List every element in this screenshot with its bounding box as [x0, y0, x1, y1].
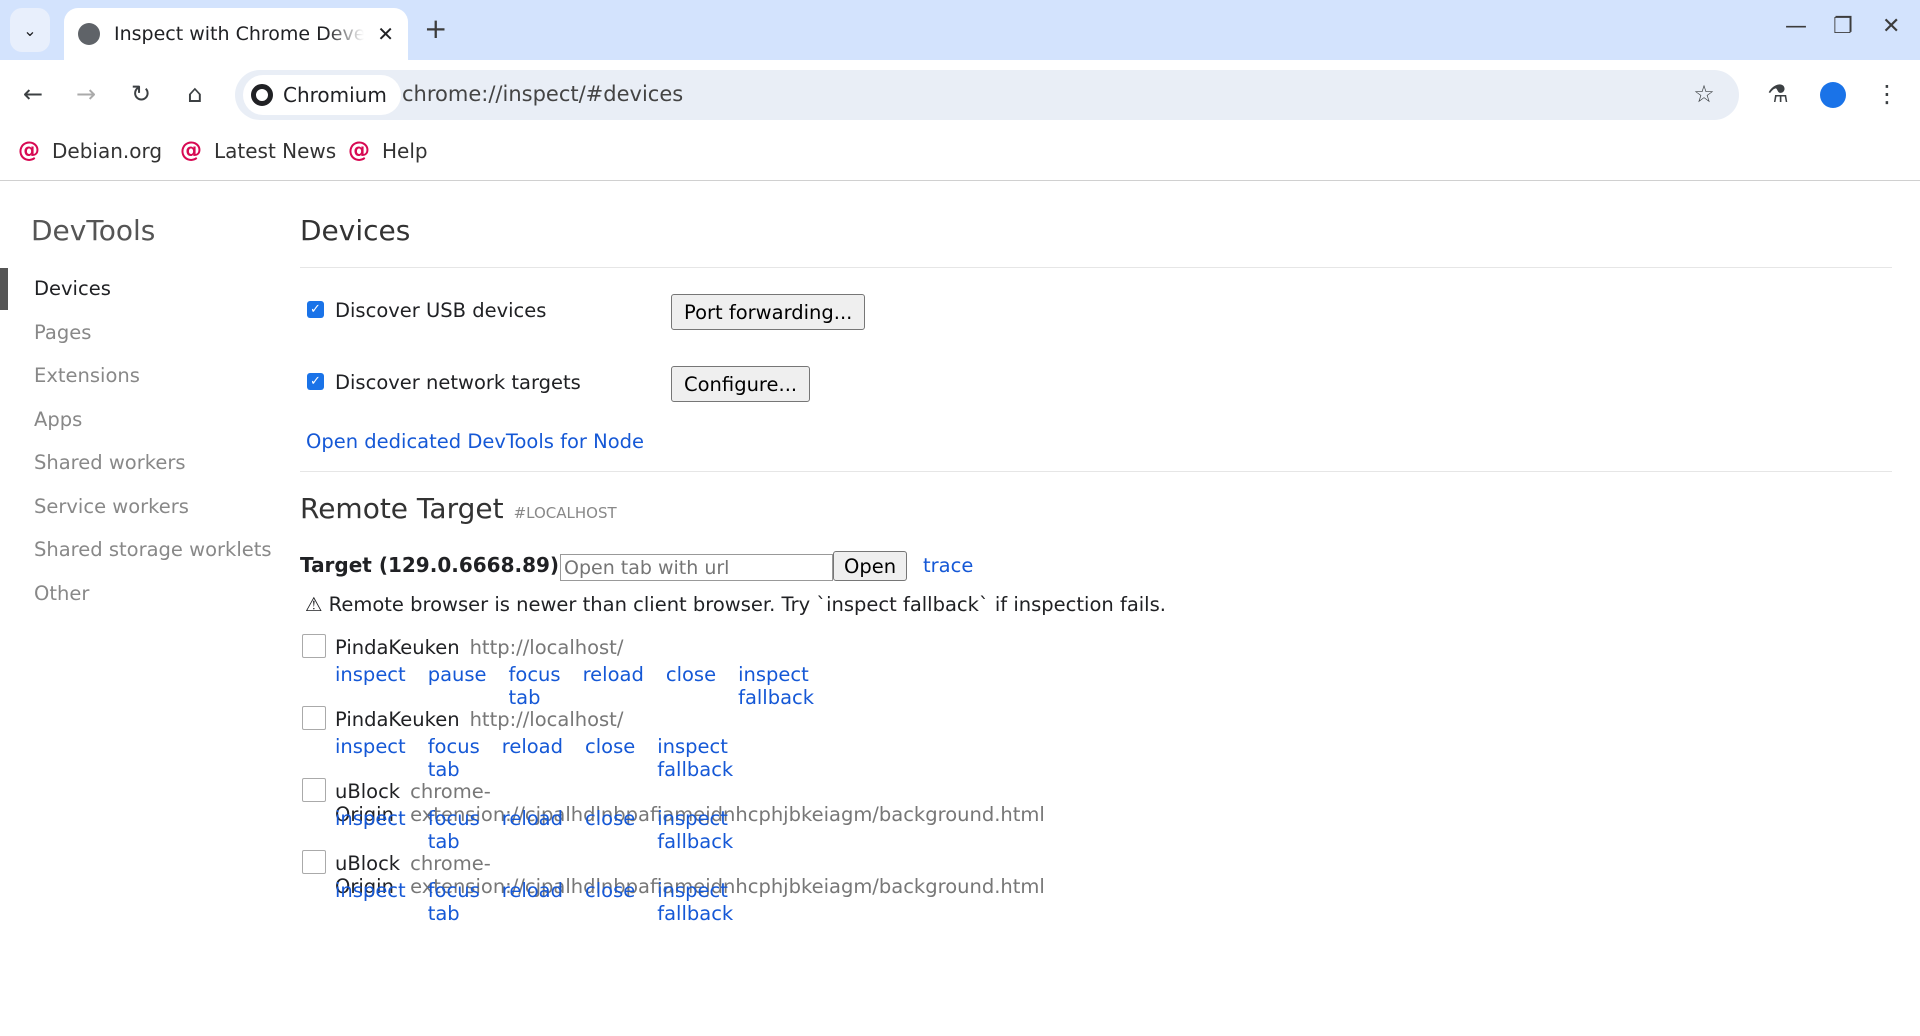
target-name: PindaKeuken [335, 636, 460, 659]
action-inspect-link[interactable]: inspect [335, 735, 406, 781]
minimize-icon[interactable]: — [1785, 14, 1807, 39]
sidebar-item-shared-workers[interactable]: Shared workers [34, 451, 186, 474]
configure-button[interactable]: Configure... [671, 366, 811, 402]
action-focus-tab-link[interactable]: focus tab [428, 879, 480, 925]
sidebar-item-extensions[interactable]: Extensions [34, 364, 140, 387]
close-window-icon[interactable]: ✕ [1882, 14, 1900, 39]
action-inspect-fallback-link[interactable]: inspect fallback [657, 807, 733, 853]
sidebar-item-pages[interactable]: Pages [34, 321, 91, 344]
target-url: http://localhost/ [469, 636, 624, 659]
chip-label: Chromium [283, 83, 387, 107]
url-text[interactable]: chrome://inspect/#devices [402, 82, 683, 106]
sidebar-item-shared-storage-worklets[interactable]: Shared storage worklets [34, 538, 272, 561]
menu-kebab-icon[interactable]: ⋮ [1872, 80, 1902, 108]
open-button[interactable]: Open [833, 551, 908, 581]
action-focus-tab-link[interactable]: focus tab [428, 735, 480, 781]
action-inspect-link[interactable]: inspect [335, 807, 406, 853]
target-actions: inspect focus tab reload close inspect fallb… [335, 879, 733, 925]
debian-swirl-icon: @ [180, 138, 202, 163]
new-tab-button[interactable]: + [424, 12, 447, 45]
forward-icon[interactable]: → [71, 80, 101, 108]
globe-icon [78, 23, 100, 45]
target-version: Target (129.0.6668.89) [300, 553, 560, 577]
action-inspect-link[interactable]: inspect [335, 663, 406, 709]
target-checkbox[interactable] [302, 778, 326, 802]
back-icon[interactable]: ← [18, 80, 48, 108]
usb-checkbox[interactable]: ✓ [307, 301, 324, 318]
close-tab-icon[interactable]: ✕ [377, 22, 394, 46]
profile-avatar-icon[interactable] [1820, 82, 1846, 108]
remote-target-subtitle: #LOCALHOST [513, 504, 617, 522]
target-actions: inspect focus tab reload close inspect fallb… [335, 807, 733, 853]
action-reload-link[interactable]: reload [502, 879, 563, 925]
action-close-link[interactable]: close [585, 879, 635, 925]
action-close-link[interactable]: close [666, 663, 716, 709]
site-info-chip[interactable]: Chromium [243, 75, 401, 115]
version-warning: ⚠ Remote browser is newer than client br… [305, 593, 1166, 616]
target-actions: inspect pause focus tab reload close inspect … [335, 663, 814, 709]
open-tab-url-input[interactable] [560, 554, 833, 581]
action-reload-link[interactable]: reload [583, 663, 644, 709]
bookmark-label: Latest News [214, 138, 337, 163]
bookmark-label: Help [382, 138, 428, 163]
action-inspect-fallback-link[interactable]: inspect fallback [657, 735, 733, 781]
chevron-down-icon: ⌄ [23, 20, 37, 40]
action-inspect-fallback-link[interactable]: inspect fallback [657, 879, 733, 925]
node-devtools-link[interactable]: Open dedicated DevTools for Node [306, 430, 644, 453]
target-checkbox[interactable] [302, 634, 326, 658]
tab-title: Inspect with Chrome Developer Tools [114, 23, 364, 45]
action-pause-link[interactable]: pause [428, 663, 487, 709]
star-icon[interactable]: ☆ [1689, 80, 1719, 108]
action-focus-tab-link[interactable]: focus tab [428, 807, 480, 853]
divider [300, 471, 1892, 472]
action-close-link[interactable]: close [585, 735, 635, 781]
network-label: Discover network targets [335, 371, 581, 394]
sidebar-item-service-workers[interactable]: Service workers [34, 495, 189, 518]
remote-target-heading: Remote Target #LOCALHOST [300, 492, 617, 525]
chromium-logo-icon [251, 84, 273, 106]
reload-icon[interactable]: ↻ [126, 80, 156, 108]
sidebar-item-apps[interactable]: Apps [34, 408, 82, 431]
action-close-link[interactable]: close [585, 807, 635, 853]
action-inspect-fallback-link[interactable]: inspect fallback [738, 663, 814, 709]
bookmark-debian[interactable]: @ Debian.org [18, 138, 162, 163]
sidebar-title: DevTools [31, 214, 156, 247]
sidebar-item-devices[interactable]: Devices [34, 277, 111, 300]
restore-icon[interactable]: ❐ [1833, 14, 1853, 39]
debian-swirl-icon: @ [348, 138, 370, 163]
bookmark-help[interactable]: @ Help [348, 138, 428, 163]
action-inspect-link[interactable]: inspect [335, 879, 406, 925]
target-name: PindaKeuken [335, 708, 460, 731]
port-forwarding-button[interactable]: Port forwarding... [671, 294, 866, 330]
action-reload-link[interactable]: reload [502, 807, 563, 853]
action-reload-link[interactable]: reload [502, 735, 563, 781]
devices-heading: Devices [300, 214, 411, 247]
usb-label: Discover USB devices [335, 299, 547, 322]
target-checkbox[interactable] [302, 706, 326, 730]
divider [300, 267, 1892, 268]
remote-target-title: Remote Target [300, 492, 504, 525]
tab-search-button[interactable]: ⌄ [10, 8, 50, 52]
debian-swirl-icon: @ [18, 138, 40, 163]
sidebar-item-other[interactable]: Other [34, 582, 89, 605]
trace-link[interactable]: trace [923, 554, 973, 577]
network-checkbox[interactable]: ✓ [307, 373, 324, 390]
target-checkbox[interactable] [302, 850, 326, 874]
bookmark-latest-news[interactable]: @ Latest News [180, 138, 336, 163]
action-focus-tab-link[interactable]: focus tab [509, 663, 561, 709]
target-actions: inspect focus tab reload close inspect fallb… [335, 735, 733, 781]
bookmark-label: Debian.org [52, 138, 163, 163]
active-indicator [0, 268, 8, 310]
labs-flask-icon[interactable]: ⚗ [1763, 80, 1793, 108]
target-url: http://localhost/ [469, 708, 624, 731]
home-icon[interactable]: ⌂ [180, 80, 210, 108]
browser-tab[interactable]: Inspect with Chrome Developer Tools ✕ [64, 8, 408, 60]
